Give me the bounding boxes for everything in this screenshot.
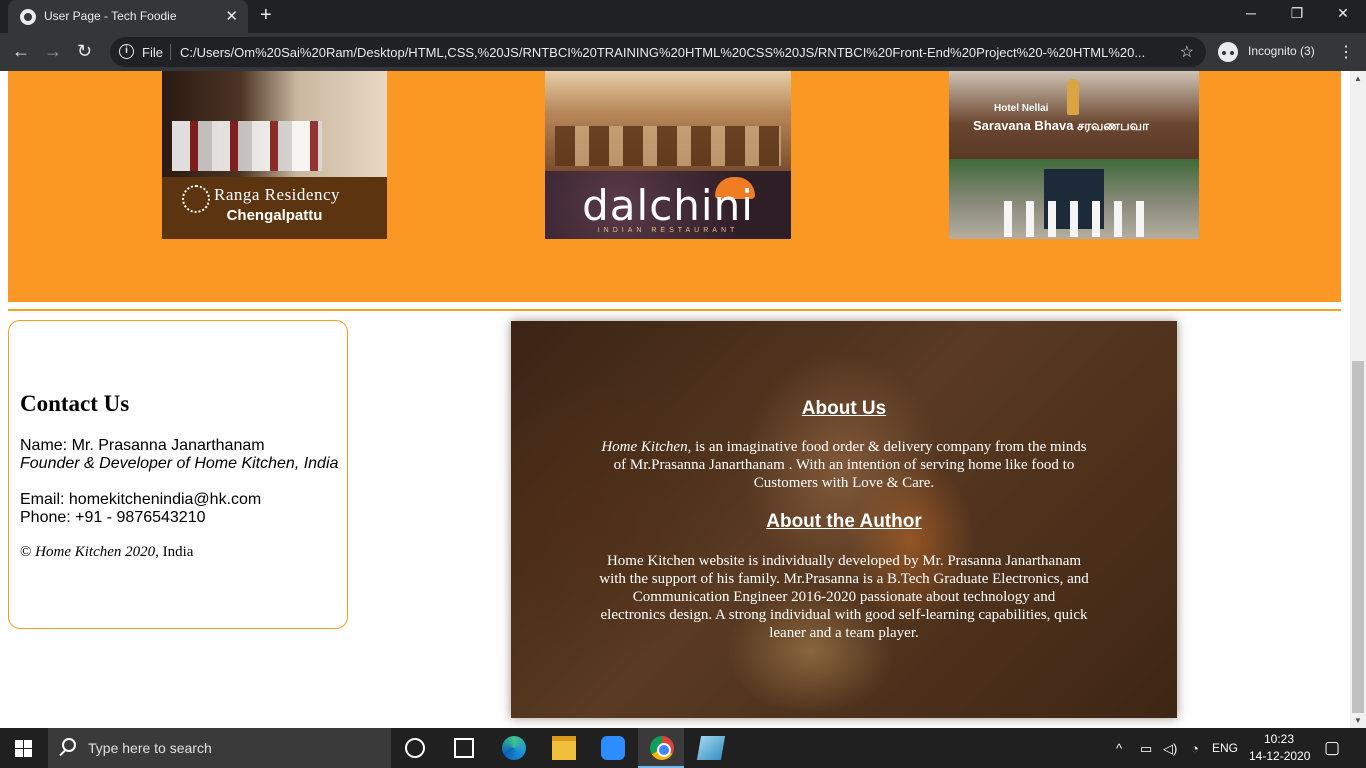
incognito-icon: [1218, 42, 1238, 62]
contact-name: Name: Mr. Prasanna Janarthanam: [20, 437, 265, 454]
about-us-text: Home Kitchen, is an imaginative food ord…: [601, 439, 1087, 491]
zoom-icon[interactable]: [601, 736, 625, 760]
minimize-button[interactable]: ─: [1236, 5, 1266, 21]
section-divider: [8, 309, 1341, 311]
windows-start-icon[interactable]: [15, 740, 32, 757]
about-us-heading: About Us: [801, 398, 887, 419]
contact-email: Email: homekitchenindia@hk.com: [20, 491, 262, 508]
scroll-thumb[interactable]: [1352, 361, 1364, 713]
windows-taskbar: Type here to search ^ ▭ ◁) ◔ ENG 10:23 1…: [0, 728, 1366, 768]
volume-icon[interactable]: ◁): [1163, 741, 1177, 757]
clock-date[interactable]: 14-12-2020: [1249, 749, 1310, 763]
incognito-label: Incognito (3): [1248, 44, 1315, 58]
browser-menu-icon[interactable]: ⋮: [1338, 42, 1354, 62]
wifi-icon[interactable]: ◔: [1191, 741, 1199, 756]
lamp-icon: [1067, 79, 1079, 115]
url-text[interactable]: C:/Users/Om%20Sai%20Ram/Desktop/HTML,CSS…: [180, 45, 1170, 60]
restore-button[interactable]: ❐: [1282, 5, 1312, 22]
people-at-entrance: [1004, 201, 1154, 237]
page-scrollbar[interactable]: ▲ ▼: [1350, 71, 1366, 728]
about-author-heading: About the Author: [766, 511, 922, 532]
ranga-subtitle: Chengalpattu: [226, 207, 323, 224]
edge-icon[interactable]: [502, 736, 526, 760]
browser-toolbar: ← → ↻ i File C:/Users/Om%20Sai%20Ram/Des…: [0, 33, 1366, 71]
file-explorer-icon[interactable]: [552, 736, 576, 760]
contact-phone: Phone: +91 - 9876543210: [20, 509, 206, 526]
dalchini-tagline: INDIAN RESTAURANT: [597, 227, 739, 234]
search-placeholder: Type here to search: [88, 740, 212, 756]
dalchini-logo-text: dalchini: [582, 181, 754, 230]
notification-icon[interactable]: ▢: [1324, 738, 1340, 758]
file-label: File: [142, 45, 163, 60]
search-icon: [62, 738, 76, 752]
dining-tables: [172, 121, 322, 171]
notes-icon[interactable]: [696, 736, 726, 760]
dining-tables: [555, 126, 781, 166]
tray-chevron-icon[interactable]: ^: [1116, 741, 1122, 756]
contact-title: Contact Us: [20, 391, 130, 416]
dalchini-image: dalchini INDIAN RESTAURANT: [545, 71, 791, 239]
cortana-icon[interactable]: [405, 738, 425, 758]
close-window-button[interactable]: ✕: [1328, 5, 1358, 22]
hotel-name-line2: Saravana Bhava சரவணபவா: [973, 118, 1149, 133]
address-bar[interactable]: i File C:/Users/Om%20Sai%20Ram/Desktop/H…: [110, 37, 1206, 67]
saravana-bhava-image: Hotel Nellai Saravana Bhava சரவணபவா: [949, 71, 1199, 239]
contact-role: Founder & Developer of Home Kitchen, Ind…: [20, 455, 339, 472]
hotel-name-line1: Hotel Nellai: [994, 103, 1049, 114]
ranga-title: Ranga Residency: [214, 185, 340, 204]
contact-card: Contact Us Name: Mr. Prasanna Janarthana…: [8, 320, 348, 629]
dalchini-banner: dalchini INDIAN RESTAURANT: [545, 171, 791, 239]
tab-user-page[interactable]: User Page - Tech Foodie ✕: [8, 0, 248, 33]
browser-tab-bar: User Page - Tech Foodie ✕ + ─ ❐ ✕: [0, 0, 1366, 33]
bookmark-star-icon[interactable]: ☆: [1180, 42, 1194, 62]
taskbar-search-box[interactable]: Type here to search: [48, 728, 391, 768]
page-viewport: Ranga Residency Chengalpattu dalchini IN…: [0, 71, 1350, 728]
info-icon[interactable]: i: [119, 44, 134, 59]
copyright-text: © Home Kitchen 2020, India: [20, 544, 194, 560]
clock-time[interactable]: 10:23: [1264, 732, 1294, 746]
forward-button[interactable]: →: [44, 41, 62, 62]
globe-icon: [20, 9, 36, 25]
omnibox-separator: [170, 44, 171, 60]
about-author-text: Home Kitchen website is individually dev…: [599, 553, 1089, 641]
chrome-icon[interactable]: [650, 736, 674, 760]
ranga-banner: Ranga Residency Chengalpattu: [162, 177, 387, 239]
ranga-residency-image: Ranga Residency Chengalpattu: [162, 71, 387, 239]
language-indicator[interactable]: ENG: [1212, 741, 1238, 755]
scroll-down-icon[interactable]: ▼: [1354, 716, 1362, 725]
new-tab-button[interactable]: +: [260, 4, 272, 27]
scroll-up-icon[interactable]: ▲: [1354, 74, 1362, 83]
reload-button[interactable]: ↻: [77, 41, 92, 62]
back-button[interactable]: ←: [12, 41, 30, 62]
about-panel: About Us Home Kitchen, is an imaginative…: [511, 321, 1177, 718]
tab-title: User Page - Tech Foodie: [44, 9, 177, 23]
battery-icon[interactable]: ▭: [1140, 741, 1152, 757]
task-view-icon[interactable]: [454, 738, 474, 758]
tab-close-icon[interactable]: ✕: [225, 7, 238, 25]
